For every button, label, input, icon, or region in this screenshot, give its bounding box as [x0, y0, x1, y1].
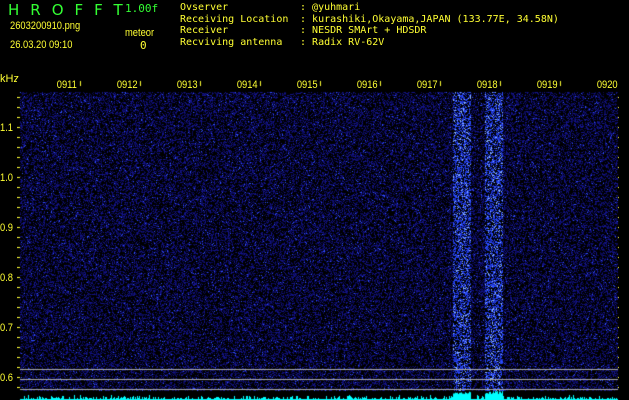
info-value: kurashiki,Okayama,JAPAN (133.77E, 34.58N…	[312, 13, 559, 25]
info-label: Ovserver	[180, 2, 229, 13]
time-label: 0911	[56, 79, 77, 91]
info-value: @yuhmari	[312, 2, 361, 13]
info-row: Ovserver: @yuhmari	[180, 2, 361, 13]
meteor-count: 0	[140, 39, 147, 52]
info-value: Radix RV-62V	[312, 36, 385, 48]
time-label: 0918	[476, 79, 498, 91]
info-value: NESDR SMArt + HDSDR	[312, 25, 427, 36]
time-label: 0920	[596, 79, 618, 91]
info-row: Receiver: NESDR SMArt + HDSDR	[180, 25, 427, 36]
time-label: 0919	[536, 79, 558, 91]
filename: 2603200910.png	[10, 20, 81, 32]
time-label: 0912	[116, 79, 138, 91]
freq-label: 1.1	[0, 122, 14, 134]
info-label: Recviving antenna	[180, 36, 283, 48]
time-label: 0915	[296, 79, 318, 91]
freq-label: 1.0	[0, 172, 14, 184]
version: 1.00f	[125, 2, 159, 15]
freq-label: 0.7	[0, 322, 14, 334]
info-row: Receiving Location: kurashiki,Okayama,JA…	[180, 13, 559, 25]
info-label: Receiver	[180, 25, 229, 36]
freq-label: 0.8	[0, 272, 14, 284]
time-label: 0914	[236, 79, 258, 91]
info-label: Receiving Location	[180, 13, 289, 25]
app-title: HROFFT	[8, 1, 134, 19]
spectrogram	[17, 79, 619, 400]
freq-label: 0.6	[0, 372, 14, 384]
freq-label: 0.9	[0, 222, 14, 234]
time-label: 0917	[416, 79, 438, 91]
time-label: 0913	[176, 79, 198, 91]
meteor-label: meteor	[125, 27, 155, 39]
info-row: Recviving antenna: Radix RV-62V	[180, 36, 385, 48]
datetime: 26.03.20 09:10	[10, 39, 73, 51]
time-label: 0916	[356, 79, 378, 91]
